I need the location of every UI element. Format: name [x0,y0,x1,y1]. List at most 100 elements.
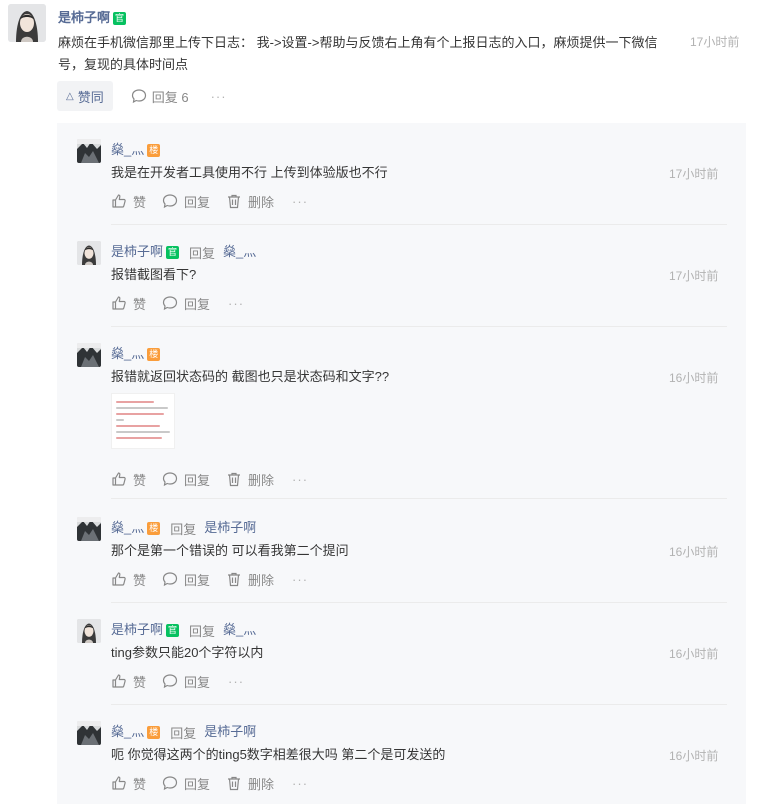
timestamp: 17小时前 [669,167,719,181]
upvote-button[interactable]: △ 赞同 [57,81,113,111]
screenshot-thumbnail[interactable] [111,393,175,449]
upvote-icon: △ [66,90,74,102]
reply-count: 回复 6 [151,89,189,105]
reply-target-name[interactable]: 是柿子啊 [204,519,256,537]
reply-header: 燊_灬楼 [111,345,161,363]
like-button-label: 赞 [133,472,147,488]
delete-button-label: 删除 [248,776,275,792]
like-icon [111,295,133,311]
more-options-icon[interactable]: ··· [211,89,227,104]
reply-actions: 赞 回复 ··· [111,671,244,691]
delete-button[interactable]: 删除 [226,470,274,489]
upvote-label: 赞同 [77,89,104,105]
floor-badge: 楼 [147,725,161,739]
reply-target-name[interactable]: 燊_灬 [223,621,256,639]
reply-button-label: 回复 [184,776,211,792]
reply-to-label: 回复 [189,623,216,639]
avatar[interactable] [77,139,101,163]
reply-text: 我是在开发者工具使用不行 上传到体验版也不行 [111,165,388,180]
more-options-icon[interactable]: ··· [292,472,308,487]
more-options-icon[interactable]: ··· [292,572,308,587]
official-badge: 官 [166,245,180,259]
divider [111,326,727,327]
delete-icon [226,471,248,487]
delete-button[interactable]: 删除 [226,774,274,793]
reply-button-label: 回复 [184,194,211,210]
timestamp: 17小时前 [669,269,719,283]
timestamp: 16小时前 [669,647,719,661]
more-options-icon[interactable]: ··· [228,296,244,311]
divider [111,704,727,705]
thumbnail-line [116,407,168,409]
author-name[interactable]: 燊_灬 [111,141,144,159]
reply-button-label: 回复 [184,296,211,312]
more-options-icon[interactable]: ··· [292,194,308,209]
avatar[interactable] [8,4,46,42]
reply-text: 报错截图看下? [111,267,197,282]
author-name[interactable]: 是柿子啊 [58,9,110,27]
reply-header: 是柿子啊官回复 燊_灬 [111,243,256,261]
timestamp: 16小时前 [669,545,719,559]
more-options-icon[interactable]: ··· [228,674,244,689]
divider [111,602,727,603]
avatar[interactable] [77,721,101,745]
avatar[interactable] [77,343,101,367]
thumbnail-line [116,413,164,415]
like-button-label: 赞 [133,776,147,792]
author-row: 是柿子啊 官 [58,9,127,27]
reply-button[interactable]: 回复 [162,470,210,489]
reply-actions: 赞 回复 删除 ··· [111,569,308,589]
reply-icon [162,775,184,791]
thumbnail-line [116,431,170,433]
avatar[interactable] [77,619,101,643]
like-icon [111,571,133,587]
reply-text: 呃 你觉得这两个的ting5数字相差很大吗 第二个是可发送的 [111,747,446,762]
reply-actions: 赞 回复 删除 ··· [111,191,308,211]
delete-button[interactable]: 删除 [226,192,274,211]
reply-button[interactable]: 回复 [162,570,210,589]
reply-button[interactable]: 回复 6 [131,87,189,106]
author-name[interactable]: 燊_灬 [111,519,144,537]
like-button[interactable]: 赞 [111,570,146,589]
author-name[interactable]: 是柿子啊 [111,243,163,261]
reply-target-name[interactable]: 燊_灬 [223,243,256,261]
avatar[interactable] [77,517,101,541]
reply-target-name[interactable]: 是柿子啊 [204,723,256,741]
reply-actions: 赞 回复 ··· [111,293,244,313]
like-button-label: 赞 [133,296,147,312]
delete-button[interactable]: 删除 [226,570,274,589]
author-name[interactable]: 是柿子啊 [111,621,163,639]
reply-header: 是柿子啊官回复 燊_灬 [111,621,256,639]
reply-text: 报错就返回状态码的 截图也只是状态码和文字?? [111,369,390,384]
reply-icon [162,295,184,311]
divider [111,498,727,499]
divider [111,224,727,225]
reply-button[interactable]: 回复 [162,294,210,313]
reply-button[interactable]: 回复 [162,672,210,691]
official-badge: 官 [166,623,180,637]
reply-to-label: 回复 [170,521,197,537]
reply-button[interactable]: 回复 [162,774,210,793]
reply-button[interactable]: 回复 [162,192,210,211]
like-button[interactable]: 赞 [111,672,146,691]
reply-icon [162,193,184,209]
reply-button-label: 回复 [184,472,211,488]
author-name[interactable]: 燊_灬 [111,723,144,741]
thumbnail-line [116,437,162,439]
like-icon [111,471,133,487]
floor-badge: 楼 [147,347,161,361]
delete-button-label: 删除 [248,572,275,588]
reply-header: 燊_灬楼回复 是柿子啊 [111,519,256,537]
reply-text: 那个是第一个错误的 可以看我第二个提问 [111,543,349,558]
more-options-icon[interactable]: ··· [292,776,308,791]
like-button[interactable]: 赞 [111,774,146,793]
like-button[interactable]: 赞 [111,294,146,313]
reply-button-label: 回复 [184,674,211,690]
avatar[interactable] [77,241,101,265]
like-button[interactable]: 赞 [111,192,146,211]
author-name[interactable]: 燊_灬 [111,345,144,363]
timestamp: 16小时前 [669,749,719,763]
thumbnail-line [116,425,160,427]
reply-icon [162,673,184,689]
like-button[interactable]: 赞 [111,470,146,489]
